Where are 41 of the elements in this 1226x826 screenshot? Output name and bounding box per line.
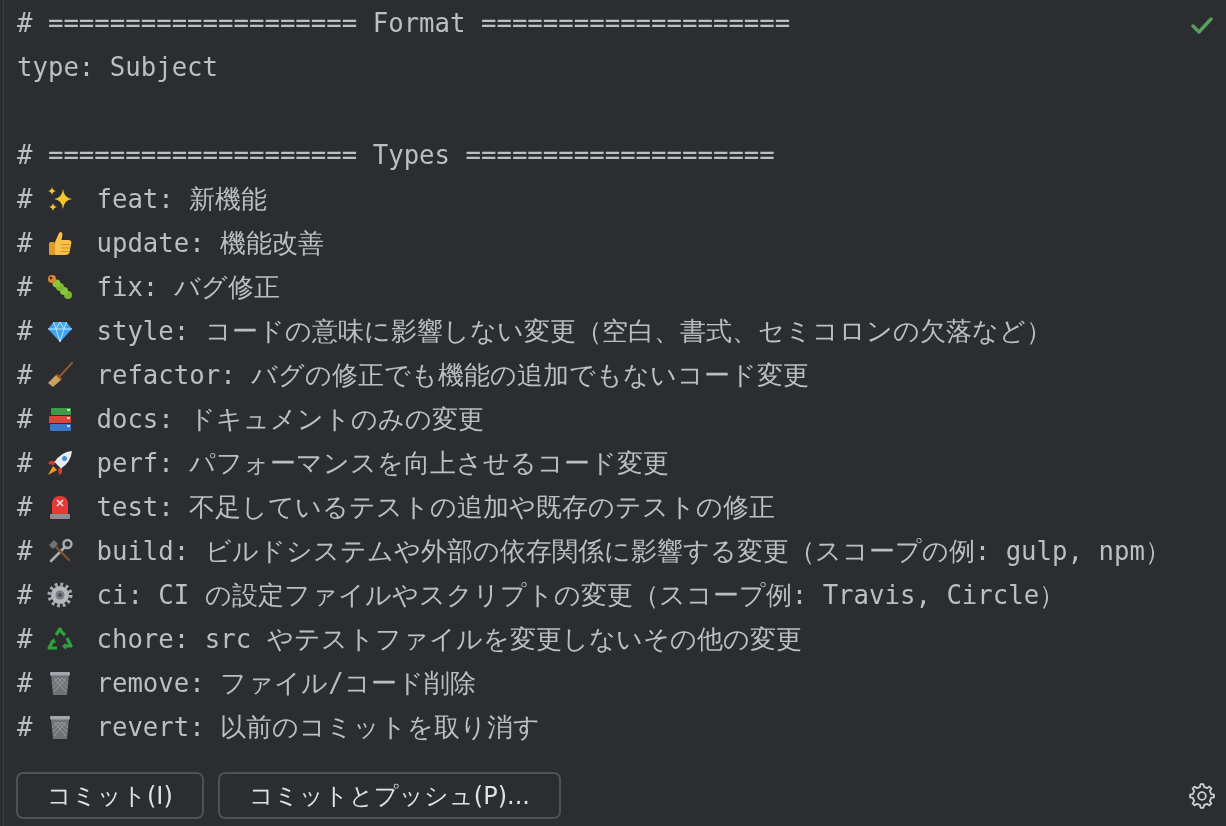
type-description: build: ビルドシステムや外部の依存関係に影響する変更（スコープの例: gulp, npm） — [96, 535, 1171, 567]
type-description: chore: src やテストファイルを変更しないその他の変更 — [96, 623, 802, 655]
hash-mark: # — [17, 623, 33, 655]
hash-mark: # — [17, 403, 33, 435]
format-template: type: Subject — [17, 51, 219, 83]
format-heading: # ==================== Format ==================== — [17, 7, 791, 39]
hash-mark: # — [17, 359, 33, 391]
type-description: revert: 以前のコミットを取り消す — [96, 711, 541, 743]
type-description: refactor: バグの修正でも機能の追加でもないコード変更 — [96, 359, 810, 391]
hash-mark: # — [17, 315, 33, 347]
settings-icon[interactable] — [1189, 782, 1215, 809]
hash-mark: # — [17, 491, 33, 523]
hash-mark: # — [17, 183, 33, 215]
type-description: remove: ファイル/コード削除 — [96, 667, 476, 699]
broom-icon — [47, 362, 74, 388]
check-icon[interactable] — [1191, 17, 1213, 34]
commit-and-push-button[interactable]: コミットとプッシュ(P)... — [217, 772, 561, 819]
hash-mark: # — [17, 667, 33, 699]
gear-icon — [47, 582, 74, 608]
rocket-icon — [47, 450, 74, 476]
hammer-wrench-icon — [47, 538, 74, 564]
types-heading: # ==================== Types ==================== — [17, 139, 775, 171]
type-description: perf: パフォーマンスを向上させるコード変更 — [96, 447, 670, 479]
hash-mark: # — [17, 711, 33, 743]
recycle-icon — [47, 626, 74, 652]
type-description: ci: CI の設定ファイルやスクリプトの変更（スコープ例: Travis, Circle） — [96, 579, 1066, 611]
type-description: update: 機能改善 — [96, 227, 325, 259]
type-description: test: 不足しているテストの追加や既存のテストの修正 — [96, 491, 776, 523]
hash-mark: # — [17, 227, 33, 259]
type-description: feat: 新機能 — [96, 183, 268, 215]
hash-mark: # — [17, 271, 33, 303]
hash-mark: # — [17, 535, 33, 567]
thumbs-up-icon — [47, 230, 74, 256]
commit-button[interactable]: コミット(I) — [16, 772, 204, 819]
books-icon — [47, 406, 74, 432]
type-description: fix: バグ修正 — [96, 271, 280, 303]
type-description: style: コードの意味に影響しない変更（空白、書式、セミコロンの欠落など） — [96, 315, 1052, 347]
caterpillar-icon — [47, 274, 74, 300]
hash-mark: # — [17, 579, 33, 611]
hash-mark: # — [17, 447, 33, 479]
type-description: docs: ドキュメントのみの変更 — [96, 403, 485, 435]
